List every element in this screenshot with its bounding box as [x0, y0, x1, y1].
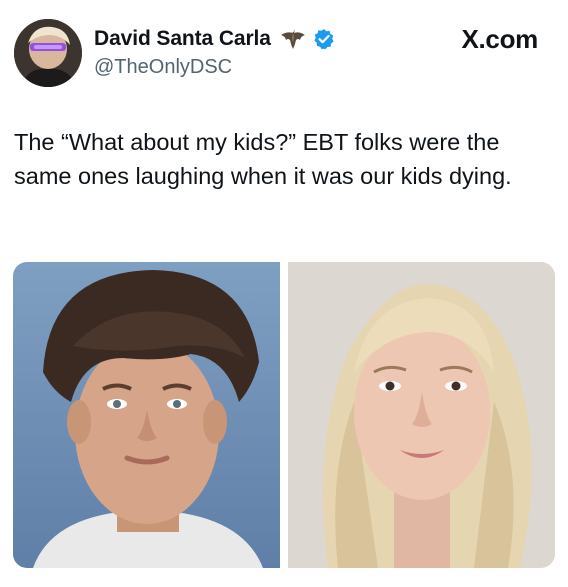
- source-text: X.com: [461, 24, 538, 54]
- author-avatar[interactable]: [14, 19, 82, 87]
- author-handle[interactable]: @TheOnlyDSC: [94, 56, 232, 79]
- author-name-row: David Santa Carla: [94, 24, 335, 54]
- photo-young-man[interactable]: [13, 262, 280, 568]
- post-card: David Santa Carla @TheOnlyDSC X.com The …: [0, 0, 568, 587]
- author-display-name[interactable]: David Santa Carla: [94, 27, 271, 51]
- bat-emoji-icon: [279, 27, 307, 51]
- photo-young-woman[interactable]: [288, 262, 555, 568]
- post-text: The “What about my kids?” EBT folks were…: [14, 129, 512, 189]
- source-label: X.com: [461, 24, 538, 55]
- verified-badge-icon[interactable]: [313, 28, 335, 50]
- media-grid[interactable]: [13, 262, 555, 568]
